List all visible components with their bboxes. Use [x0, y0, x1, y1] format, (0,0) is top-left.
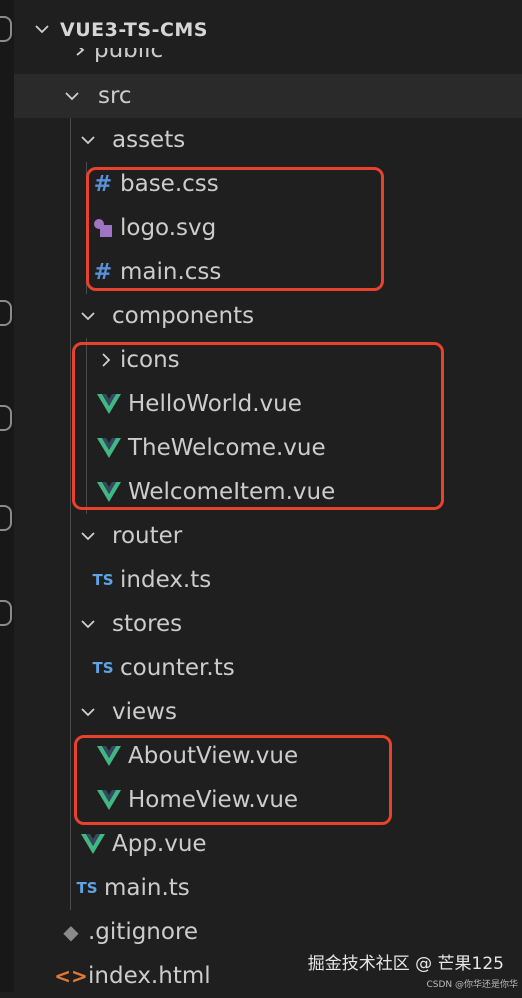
tree-item-folder[interactable]: components [14, 294, 522, 338]
watermark-text: 掘金技术社区 @ 芒果125 [307, 954, 504, 974]
typescript-file-icon: TS [76, 879, 98, 897]
tree-item-file[interactable]: ◆ .gitignore [14, 910, 522, 954]
tree-item-label: counter.ts [120, 655, 235, 681]
tree-item-folder[interactable]: assets [14, 118, 522, 162]
tree-item-label: assets [112, 127, 186, 153]
activity-icon[interactable] [0, 505, 12, 531]
activity-icon[interactable] [0, 300, 12, 326]
tree-item-label: stores [112, 611, 183, 637]
tree-item-label: .gitignore [88, 919, 199, 945]
chevron-down-icon [58, 88, 86, 104]
tree-item-file[interactable]: TS main.ts [14, 866, 522, 910]
vue-file-icon [76, 833, 110, 855]
tree-item-label: components [112, 303, 255, 329]
tree-item-label: main.ts [104, 875, 190, 901]
tree-item-file[interactable]: App.vue [14, 822, 522, 866]
chevron-down-icon [74, 308, 102, 324]
tree-item-file[interactable]: TS counter.ts [14, 646, 522, 690]
activity-icon[interactable] [0, 16, 12, 42]
activity-bar [0, 0, 14, 992]
tree-item-label: src [98, 83, 132, 109]
highlight-box-view-files [74, 735, 392, 825]
tree-item-folder[interactable]: views [14, 690, 522, 734]
activity-icon[interactable] [0, 600, 12, 626]
file-explorer: ⌄ VUE3-TS-CMS public VUE3-TS-CMS src ass… [14, 0, 522, 992]
project-title: VUE3-TS-CMS [60, 19, 208, 41]
watermark-small-text: CSDN @你华还是你华 [426, 980, 518, 990]
tree-item-folder[interactable]: stores [14, 602, 522, 646]
highlight-box-component-files [72, 342, 444, 510]
tree-item-label: index.html [88, 963, 211, 989]
chevron-down-icon [74, 528, 102, 544]
tree-item-label: index.ts [120, 567, 212, 593]
chevron-down-icon [74, 132, 102, 148]
highlight-box-assets-files [86, 167, 384, 291]
typescript-file-icon: TS [92, 659, 114, 677]
tree-item-label: router [112, 523, 183, 549]
explorer-section-header[interactable]: VUE3-TS-CMS [34, 10, 522, 50]
typescript-file-icon: TS [92, 571, 114, 589]
activity-icon[interactable] [0, 405, 12, 431]
tree-item-file[interactable]: TS index.ts [14, 558, 522, 602]
chevron-down-icon [34, 18, 60, 42]
tree-item-label: App.vue [112, 831, 207, 857]
chevron-down-icon [74, 616, 102, 632]
tree-item-folder[interactable]: router [14, 514, 522, 558]
tree-item-label: views [112, 699, 177, 725]
chevron-down-icon [74, 704, 102, 720]
git-file-icon: ◆ [63, 920, 79, 944]
tree-item-folder[interactable]: src [14, 74, 522, 118]
html-file-icon: <> [54, 964, 88, 988]
